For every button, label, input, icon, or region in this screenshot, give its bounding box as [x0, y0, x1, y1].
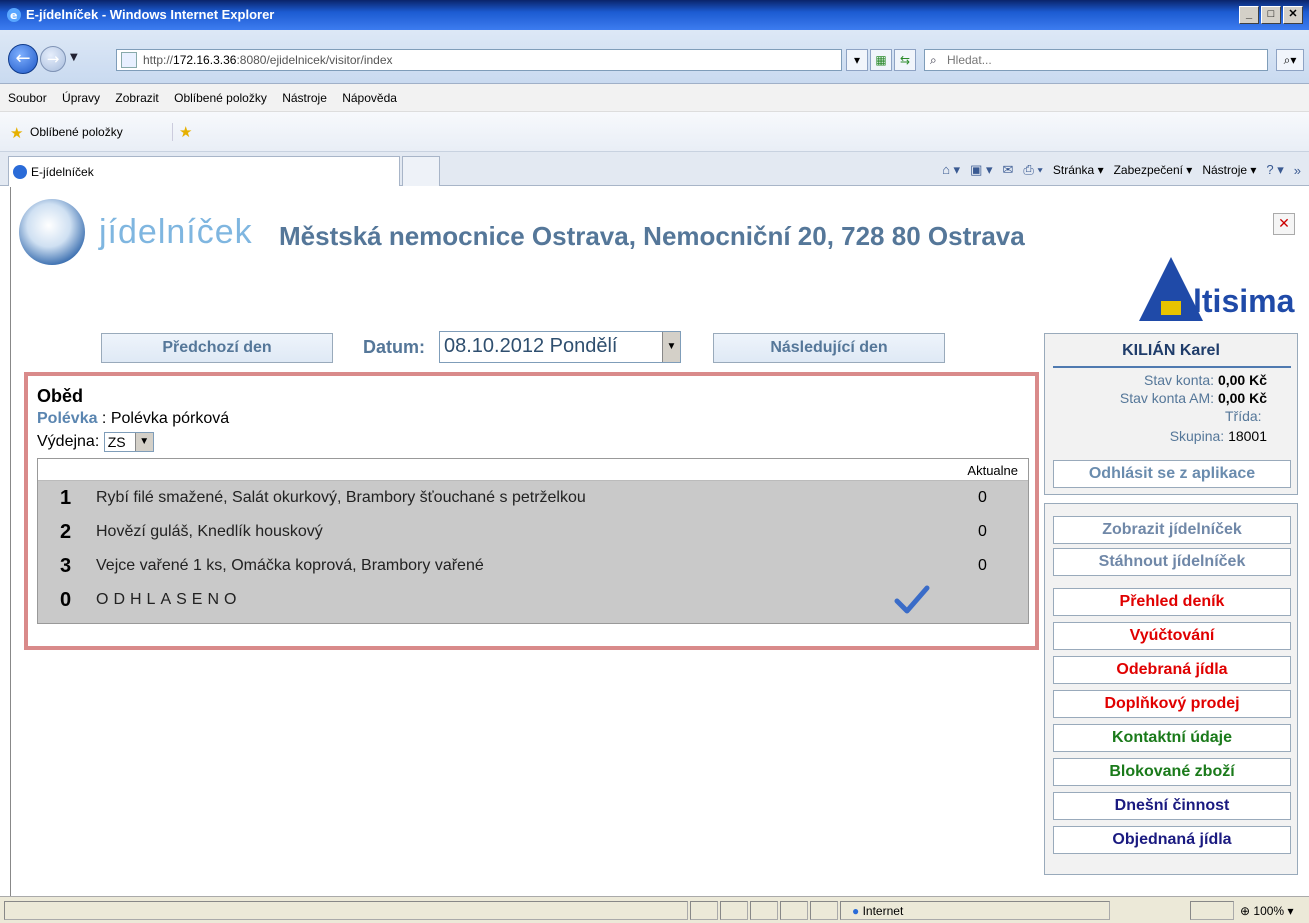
class-label: Třída:: [1225, 408, 1262, 424]
tab-ie-icon: [13, 165, 27, 179]
protected-mode-icon[interactable]: [1190, 901, 1234, 920]
menu-nastroje[interactable]: Nástroje: [282, 91, 327, 105]
page-icon: [121, 52, 137, 68]
account-balance: Stav konta: 0,00 Kč: [1144, 372, 1267, 388]
menu-upravy[interactable]: Úpravy: [62, 91, 100, 105]
table-row[interactable]: 1 Rybí filé smažené, Salát okurkový, Bra…: [38, 481, 1028, 515]
url-input[interactable]: http://172.16.3.36:8080/ejidelnicek/visi…: [116, 49, 842, 71]
hospital-title: Městská nemocnice Ostrava, Nemocniční 20…: [279, 221, 1025, 251]
tab-bar: E-jídelníček ⌂ ▾ ▣ ▾ ✉ ⎙ ▾ Stránka ▾ Zab…: [0, 152, 1309, 186]
logo-emblem-icon: [19, 199, 85, 265]
close-icon[interactable]: ✕: [1273, 213, 1295, 235]
search-icon: ⌕: [930, 53, 937, 67]
back-button[interactable]: ←: [8, 44, 38, 74]
checkmark-icon: [894, 585, 930, 615]
home-icon[interactable]: ⌂ ▾: [942, 162, 960, 178]
next-day-button[interactable]: Následující den: [713, 333, 945, 363]
chevron-down-icon[interactable]: ▼: [134, 433, 153, 451]
user-panel: KILIÁN Karel Stav konta: 0,00 Kč Stav ko…: [1044, 333, 1298, 495]
billing-button[interactable]: Vyúčtování: [1053, 622, 1291, 650]
globe-icon: ●: [852, 904, 860, 918]
page-viewport: jídelníček Městská nemocnice Ostrava, Ne…: [10, 187, 1303, 896]
feeds-icon[interactable]: ▣ ▾: [970, 162, 992, 178]
favorites-button[interactable]: Oblíbené položky: [30, 125, 123, 139]
taken-meals-button[interactable]: Odebraná jídla: [1053, 656, 1291, 684]
refresh-icon[interactable]: ⇆: [894, 49, 916, 71]
blocked-goods-button[interactable]: Blokované zboží: [1053, 758, 1291, 786]
account-balance-am: Stav konta AM: 0,00 Kč: [1119, 390, 1267, 406]
ejidelnicek-logo: jídelníček: [19, 199, 252, 265]
table-row[interactable]: 2 Hovězí guláš, Knedlík houskový 0: [38, 515, 1028, 549]
extra-sale-button[interactable]: Doplňkový prodej: [1053, 690, 1291, 718]
status-bar: ● Internet ⊕ 100% ▾: [0, 896, 1309, 923]
vydejna-select[interactable]: ZS ▼: [103, 432, 154, 452]
date-label: Datum:: [363, 337, 425, 357]
nav-panel: Zobrazit jídelníček Stáhnout jídelníček …: [1044, 503, 1298, 875]
contact-info-button[interactable]: Kontaktní údaje: [1053, 724, 1291, 752]
group-line: Skupina: 18001: [1169, 428, 1267, 444]
minimize-button[interactable]: _: [1239, 6, 1259, 24]
zoom-icon: ⊕: [1240, 904, 1251, 918]
meal-title: Oběd: [37, 386, 84, 406]
cmd-nastroje[interactable]: Nástroje ▾: [1202, 163, 1256, 177]
menu-bar: Soubor Úpravy Zobrazit Oblíbené položky …: [0, 84, 1309, 112]
menu-napoveda[interactable]: Nápověda: [342, 91, 397, 105]
user-name: KILIÁN Karel: [1122, 342, 1220, 359]
chevron-down-icon[interactable]: ▼: [662, 332, 680, 362]
address-bar: ← → ▼ http://172.16.3.36:8080/ejidelnice…: [0, 30, 1309, 84]
mail-icon[interactable]: ✉: [1002, 162, 1013, 178]
ordered-meals-button[interactable]: Objednaná jídla: [1053, 826, 1291, 854]
table-row[interactable]: 3 Vejce vařené 1 ks, Omáčka koprová, Bra…: [38, 549, 1028, 583]
menu-oblibene[interactable]: Oblíbené položky: [174, 91, 267, 105]
favorites-bar: ★ Oblíbené položky ★: [0, 112, 1309, 152]
maximize-button[interactable]: □: [1261, 6, 1281, 24]
new-tab-button[interactable]: [402, 156, 440, 186]
cmd-stranka[interactable]: Stránka ▾: [1053, 163, 1104, 177]
date-select[interactable]: 08.10.2012 Pondělí ▼: [439, 331, 681, 363]
svg-text:e: e: [10, 9, 17, 22]
compatibility-icon[interactable]: ▦: [870, 49, 892, 71]
print-icon[interactable]: ⎙ ▾: [1023, 162, 1042, 178]
add-favorite-icon[interactable]: ★: [172, 123, 192, 141]
vydejna-line: Výdejna: ZS ▼: [37, 432, 154, 452]
security-zone: ● Internet: [852, 904, 904, 918]
table-row[interactable]: 0 ODHLASENO: [38, 583, 1028, 617]
prev-day-button[interactable]: Předchozí den: [101, 333, 333, 363]
menu-table-header: Aktualne: [38, 459, 1028, 481]
soup-line: Polévka : Polévka pórková: [37, 410, 230, 427]
forward-button[interactable]: →: [40, 46, 66, 72]
tab-ejidelnicek[interactable]: E-jídelníček: [8, 156, 400, 186]
cmd-zabezpeceni[interactable]: Zabezpečení ▾: [1114, 163, 1193, 177]
history-dropdown-icon[interactable]: ▼: [70, 52, 78, 63]
favorites-star-icon[interactable]: ★: [10, 124, 23, 142]
more-chevron-icon[interactable]: »: [1294, 163, 1301, 178]
menu-zobrazit[interactable]: Zobrazit: [115, 91, 158, 105]
menu-soubor[interactable]: Soubor: [8, 91, 47, 105]
help-icon[interactable]: ? ▾: [1266, 162, 1283, 178]
window-title: E-jídelníček - Windows Internet Explorer: [26, 7, 275, 22]
logout-button[interactable]: Odhlásit se z aplikace: [1053, 460, 1291, 488]
ie-logo-icon: e: [6, 7, 22, 23]
search-input[interactable]: ⌕ Hledat...: [924, 49, 1268, 71]
window-titlebar: e E-jídelníček - Windows Internet Explor…: [0, 0, 1309, 30]
url-dropdown-icon[interactable]: ▾: [846, 49, 868, 71]
search-go-button[interactable]: ⌕▾: [1276, 49, 1304, 71]
zoom-level[interactable]: ⊕ 100% ▾: [1240, 904, 1293, 918]
altisima-logo: ltisima: [1139, 257, 1299, 325]
meal-panel: Oběd Polévka : Polévka pórková Výdejna: …: [24, 372, 1039, 650]
today-activity-button[interactable]: Dnešní činnost: [1053, 792, 1291, 820]
download-menu-button[interactable]: Stáhnout jídelníček: [1053, 548, 1291, 576]
menu-table: Aktualne 1 Rybí filé smažené, Salát okur…: [37, 458, 1029, 624]
close-window-button[interactable]: ✕: [1283, 6, 1303, 24]
diary-overview-button[interactable]: Přehled deník: [1053, 588, 1291, 616]
show-menu-button[interactable]: Zobrazit jídelníček: [1053, 516, 1291, 544]
column-header-aktualne: Aktualne: [967, 463, 1018, 478]
